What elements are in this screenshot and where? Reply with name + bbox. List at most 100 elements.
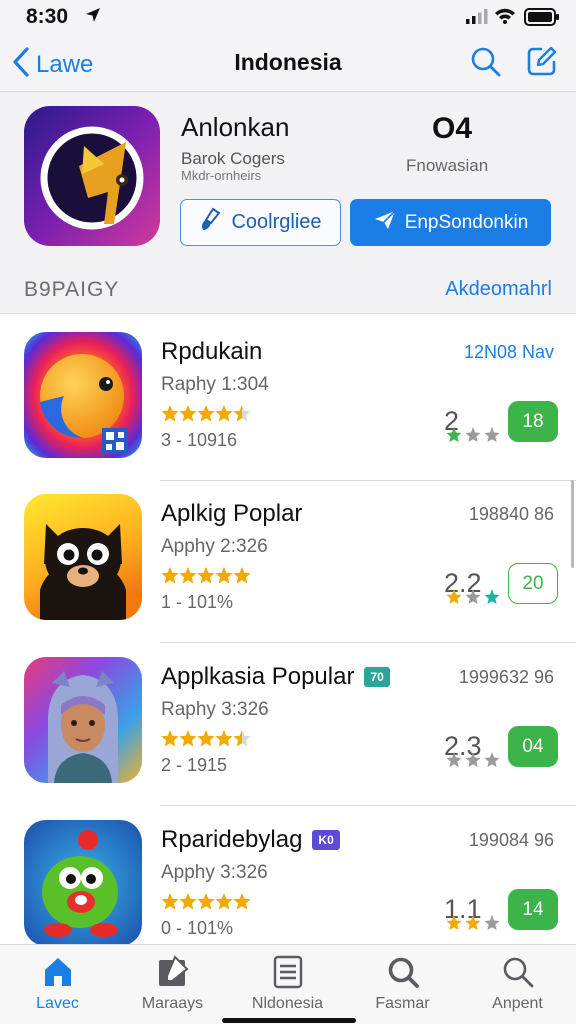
tab-label: Nldonesia (251, 995, 324, 1012)
app-name-text: Applkasia Popular (161, 663, 355, 690)
star-icon (215, 893, 233, 910)
app-list-item[interactable]: Applkasia Popular 70 Raphy 3:326 2 - 191… (0, 643, 576, 806)
app-name: Rparidebylag K0 (161, 826, 340, 854)
star-icon (233, 893, 251, 910)
app-name-text: Aplkig Poplar (161, 500, 303, 527)
tab-label: Fasmar (375, 995, 430, 1012)
tab-label: Lavec (36, 995, 79, 1012)
star-icon (215, 405, 233, 422)
back-button[interactable]: Lawe (12, 46, 93, 83)
chevron-left-icon (12, 46, 30, 83)
app-meta: 198840 86 (468, 504, 554, 524)
app-list-item[interactable]: Aplkig Poplar Apphy 2:326 1 - 101% 19884… (0, 480, 576, 643)
app-score-stars (446, 588, 504, 606)
section-see-all-link[interactable]: Akdeomahrl (445, 278, 552, 301)
featured-app-caption: Mkdr-ornheirs (181, 168, 262, 183)
half-star-icon (242, 730, 251, 747)
app-meta: 199084 96 (468, 830, 554, 850)
star-icon (179, 567, 197, 584)
star-icon (179, 405, 197, 422)
compose-icon (156, 955, 190, 994)
app-get-button[interactable]: 14 (508, 889, 558, 930)
tab-home[interactable]: Lavec (0, 945, 115, 1024)
app-icon (24, 332, 142, 458)
scroll-indicator[interactable] (571, 480, 574, 568)
app-subtitle: Apphy 3:326 (161, 862, 268, 883)
secondary-action-button[interactable]: Coolrgliee (180, 199, 341, 246)
app-name: Aplkig Poplar (161, 500, 302, 528)
app-name: Rpdukain (161, 338, 262, 366)
app-tag-badge: K0 (312, 830, 340, 850)
app-score-stars (446, 751, 504, 769)
app-name: Applkasia Popular 70 (161, 663, 390, 691)
location-arrow-icon (84, 6, 102, 29)
app-range: 3 - 10916 (161, 430, 238, 450)
back-button-label: Lawe (36, 50, 94, 78)
search-icon (501, 955, 535, 994)
star-icon (197, 405, 215, 422)
tab-indonesia[interactable]: Nldonesia (230, 945, 345, 1024)
app-get-button[interactable]: 04 (508, 726, 558, 767)
app-range: 0 - 101% (161, 918, 234, 938)
compose-button[interactable] (526, 45, 558, 82)
app-star-rating (161, 566, 253, 586)
paper-plane-icon (373, 209, 397, 237)
featured-app-subtitle: Barok Cogers (181, 149, 285, 168)
featured-app-title: Anlonkan (181, 112, 290, 142)
app-meta: 12N08 Nav (463, 342, 554, 362)
app-meta: 1999632 96 (458, 667, 554, 687)
status-time: 8:30 (26, 5, 69, 28)
star-icon (233, 567, 251, 584)
search-button[interactable] (470, 46, 502, 83)
app-get-button[interactable]: 18 (508, 401, 558, 442)
status-bar: 8:30 (0, 0, 576, 34)
tab-updates[interactable]: Maraays (115, 945, 230, 1024)
app-range: 2 - 1915 (161, 755, 228, 775)
home-icon (41, 955, 75, 994)
app-subtitle: Raphy 1:304 (161, 374, 269, 395)
star-icon (161, 567, 179, 584)
search-icon (386, 955, 420, 994)
app-range: 1 - 101% (161, 592, 234, 612)
tab-apps[interactable]: Anpent (460, 945, 575, 1024)
navigation-bar: Lawe Indonesia (0, 34, 576, 92)
app-name-text: Rpdukain (161, 338, 263, 365)
search-icon (470, 47, 502, 82)
app-score-stars (446, 426, 504, 444)
tab-search[interactable]: Fasmar (345, 945, 460, 1024)
battery-icon (524, 8, 560, 31)
secondary-action-label: Coolrgliee (231, 211, 322, 233)
star-icon (215, 730, 233, 747)
app-list-item[interactable]: Rpdukain Raphy 1:304 3 - 10916 12N08 Nav… (0, 318, 576, 481)
half-star-icon (242, 405, 251, 422)
app-icon (24, 494, 142, 620)
app-tag-badge: 70 (364, 667, 390, 687)
app-subtitle: Raphy 3:326 (161, 699, 269, 720)
primary-action-label: EnpSondonkin (404, 211, 529, 233)
star-icon (161, 893, 179, 910)
wifi-icon (494, 7, 516, 29)
star-icon (197, 730, 215, 747)
star-icon (161, 405, 179, 422)
section-header: B9PAIGY (24, 278, 120, 301)
primary-action-button[interactable]: EnpSondonkin (350, 199, 551, 246)
signal-icon (466, 9, 488, 29)
star-icon (215, 567, 233, 584)
app-get-button[interactable]: 20 (508, 563, 558, 604)
app-name-text: Rparidebylag (161, 826, 303, 853)
star-icon (197, 567, 215, 584)
app-star-rating (161, 729, 253, 749)
featured-glyph: O4 (432, 112, 473, 145)
star-icon (197, 893, 215, 910)
app-score-stars (446, 914, 504, 932)
document-icon (271, 955, 305, 994)
app-icon (24, 657, 142, 783)
featured-glyph-label: Fnowasian (406, 156, 489, 175)
tab-label: Maraays (141, 995, 204, 1012)
tab-label: Anpent (492, 995, 543, 1012)
featured-app-icon[interactable] (24, 106, 160, 246)
app-icon (24, 820, 142, 946)
star-icon (161, 730, 179, 747)
star-icon (179, 893, 197, 910)
star-icon (179, 730, 197, 747)
